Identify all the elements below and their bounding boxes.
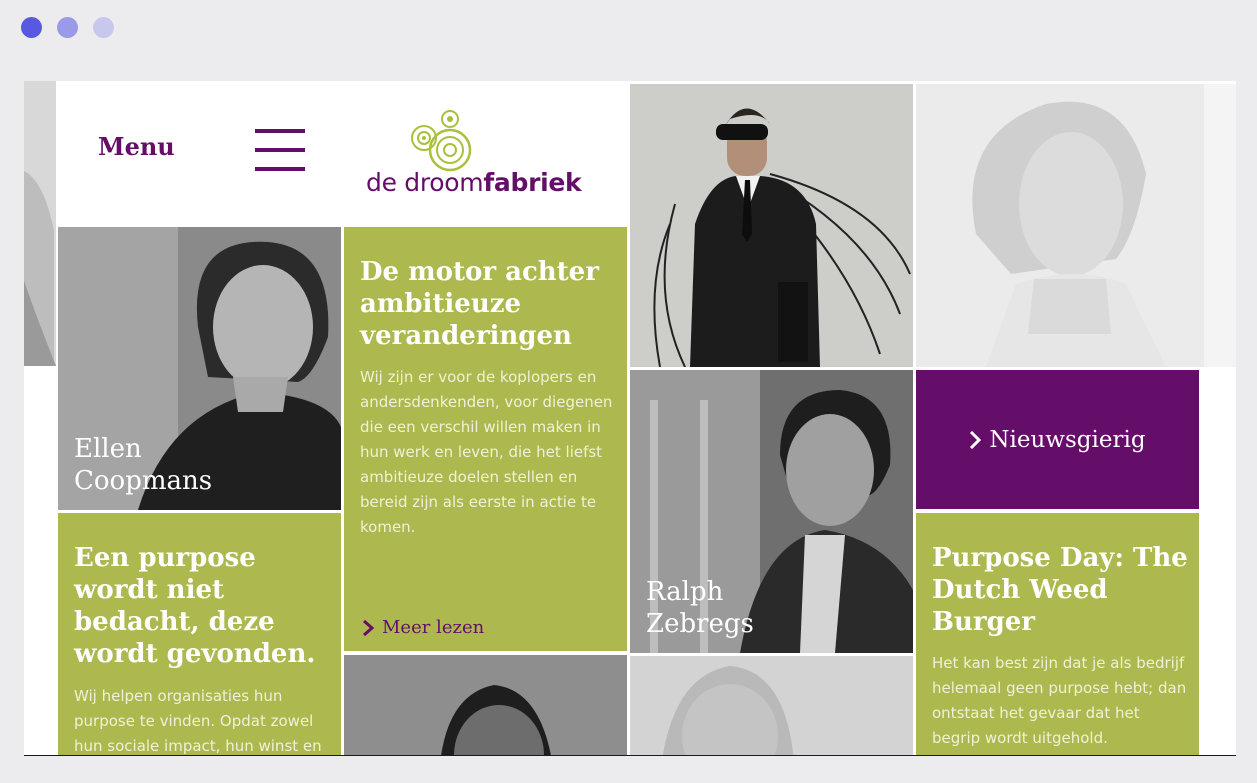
ralph-zebregs-name: Ralph Zebregs: [646, 577, 754, 639]
logo-text-bold: fabriek: [483, 168, 582, 197]
nieuwsgierig-button[interactable]: Nieuwsgierig: [916, 370, 1199, 509]
menu-label[interactable]: Menu: [98, 132, 175, 161]
historic-woman-photo: [916, 84, 1236, 367]
purpose-day-body: Het kan best zijn dat je als bedrijf hel…: [932, 654, 1187, 747]
superhero-photo: [630, 84, 913, 367]
photo-tile-bottom-man[interactable]: [344, 655, 627, 755]
chevron-right-icon: [363, 619, 374, 636]
meer-lezen-link[interactable]: Meer lezen: [362, 617, 484, 638]
edge-photo-left-image: [24, 81, 56, 366]
purpose-day-title: Purpose Day: The Dutch Weed Burger: [932, 543, 1188, 637]
logo-circles-icon: [411, 110, 472, 172]
bottom-faded-photo: [630, 656, 913, 755]
window-close-dot[interactable]: [21, 17, 42, 38]
photo-tile-ellen-coopmans[interactable]: Ellen Coopmans: [58, 227, 341, 510]
photo-tile-ralph-zebregs[interactable]: Ralph Zebregs: [630, 370, 913, 653]
window-minimize-dot[interactable]: [57, 17, 78, 38]
logo-text-light: de droom: [366, 168, 484, 197]
logo-tile[interactable]: de droomfabriek: [344, 84, 627, 223]
ellen-coopmans-name: Ellen Coopmans: [74, 434, 213, 496]
meer-lezen-label: Meer lezen: [382, 617, 485, 638]
logo-wordmark: de droomfabriek: [366, 168, 582, 197]
tile-de-motor[interactable]: De motor achter ambitieuze veranderingen…: [344, 227, 627, 651]
chevron-right-icon: [970, 430, 982, 449]
edge-photo-left: [24, 81, 56, 366]
nieuwsgierig-label: Nieuwsgierig: [989, 426, 1146, 453]
photo-tile-superhero[interactable]: [630, 84, 913, 367]
photo-tile-historic-woman[interactable]: [916, 84, 1236, 367]
photo-tile-bottom-faded[interactable]: [630, 656, 913, 755]
menu-tile[interactable]: Menu: [58, 84, 341, 223]
tile-purpose-day[interactable]: Purpose Day: The Dutch Weed Burger Het k…: [916, 513, 1199, 755]
motor-body: Wij zijn er voor de koplopers en andersd…: [360, 368, 613, 536]
purpose-title: Een purpose wordt niet bedacht, deze wor…: [74, 543, 316, 669]
tile-purpose[interactable]: Een purpose wordt niet bedacht, deze wor…: [58, 513, 341, 755]
purpose-body: Wij helpen organisaties hun purpose te v…: [74, 687, 322, 755]
motor-title: De motor achter ambitieuze veranderingen: [360, 257, 599, 351]
bottom-man-photo: [344, 655, 627, 755]
page-viewport: Menu de droomfabriek Ellen Coopmans De m…: [24, 81, 1236, 756]
window-maximize-dot[interactable]: [93, 17, 114, 38]
hamburger-icon[interactable]: [255, 128, 305, 172]
